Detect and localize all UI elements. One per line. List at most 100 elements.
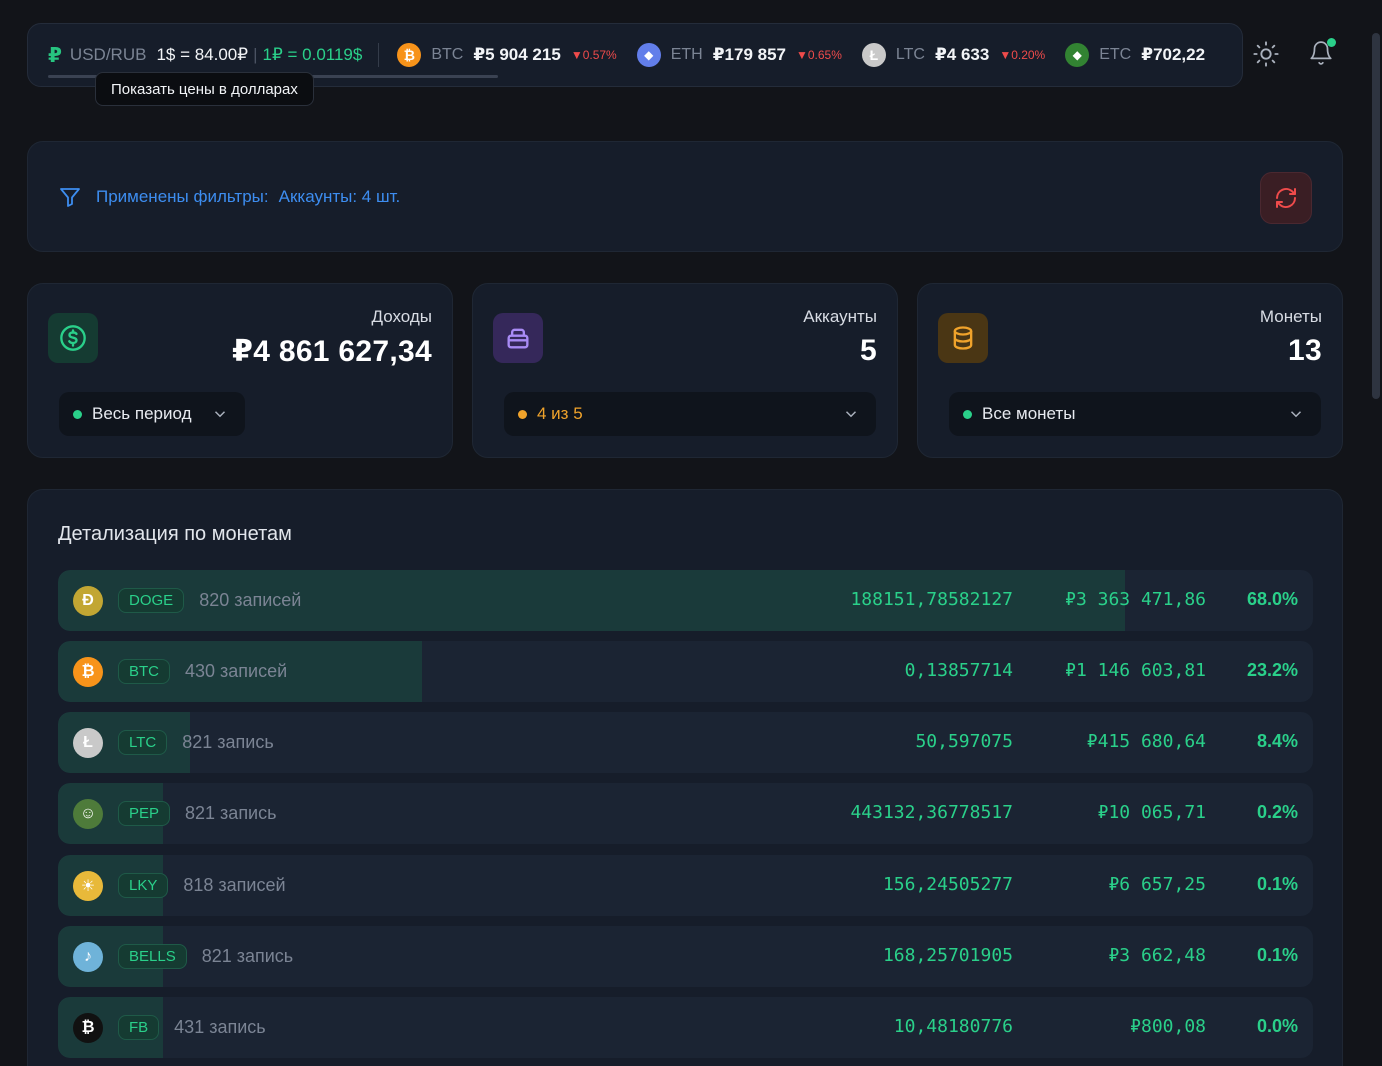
coin-rub-value: ₽1 146 603,81	[1065, 660, 1206, 681]
notification-dot	[1327, 38, 1336, 47]
currency-pair-label[interactable]: USD/RUB	[70, 45, 147, 65]
chevron-down-icon	[214, 411, 226, 418]
coin-details-title: Детализация по монетам	[58, 523, 292, 545]
income-value: ₽4 861 627,34	[232, 335, 432, 368]
coin-amount: 156,24505277	[882, 874, 1013, 895]
ticker-item-ltc[interactable]: Ł LTC ₽4 633 ▼0.20%	[861, 43, 1046, 67]
coins-stack-icon	[953, 326, 973, 350]
ruble-icon[interactable]: ₽	[48, 43, 62, 68]
coins-select[interactable]: Все монеты	[949, 392, 1321, 436]
btc-coin-icon: ₿	[397, 43, 422, 67]
accounts-card: Аккаунты 5 4 из 5	[472, 283, 898, 458]
income-label: Доходы	[371, 307, 433, 326]
notifications-button[interactable]	[1308, 38, 1338, 70]
ticker-price: ₽702,22	[1141, 45, 1206, 64]
ticker-price: ₽5 904 215	[473, 45, 561, 64]
pep-coin-icon: ☺	[73, 798, 103, 829]
coin-row-lky[interactable]: ☀ LKY 818 записей 156,24505277 ₽6 657,25 0.1%	[58, 855, 1313, 916]
doge-coin-icon: Ð	[73, 585, 103, 616]
coin-symbol-badge: LKY	[118, 873, 169, 898]
usd-rate: 1$ = 84.00₽	[156, 45, 249, 64]
filter-icon	[60, 187, 80, 207]
coin-amount: 10,48180776	[893, 1016, 1013, 1037]
coin-symbol-badge: LTC	[118, 730, 168, 755]
period-select-value: Весь период	[92, 404, 192, 423]
coin-symbol-badge: PEP	[118, 801, 171, 826]
rub-rate: 1₽ = 0.0119$	[262, 45, 363, 64]
ticker-change: ▼0.20%	[999, 48, 1046, 62]
coin-percent: 0.0%	[1256, 1016, 1298, 1036]
theme-toggle-button[interactable]	[1252, 40, 1282, 70]
coin-amount: 50,597075	[915, 731, 1013, 752]
accounts-label: Аккаунты	[803, 307, 877, 326]
ticker-item-eth[interactable]: ◆ ETH ₽179 857 ▼0.65%	[636, 43, 842, 67]
ticker-price: ₽179 857	[712, 45, 786, 64]
coin-percent: 0.1%	[1256, 945, 1298, 965]
ticker-symbol: BTC	[431, 46, 464, 63]
period-select[interactable]: Весь период	[59, 392, 245, 436]
status-dot	[73, 409, 82, 419]
records-count: 821 запись	[185, 803, 277, 823]
ticker-change: ▼0.57%	[570, 48, 617, 62]
records-count: 430 записей	[185, 661, 288, 681]
ticker-item-etc[interactable]: ◆ ETC ₽702,22	[1065, 43, 1215, 67]
records-count: 821 запись	[201, 946, 294, 966]
chevron-down-icon	[845, 411, 857, 418]
etc-coin-icon: ◆	[1065, 43, 1090, 67]
filters-value[interactable]: Аккаунты: 4 шт.	[279, 187, 401, 207]
coin-rub-value: ₽10 065,71	[1097, 802, 1206, 823]
coin-row-doge[interactable]: Ð DOGE 820 записей 188151,78582127 ₽3 363 47…	[58, 570, 1313, 631]
ticker-symbol: ETH	[670, 46, 703, 63]
sun-icon	[1253, 41, 1279, 67]
accounts-select[interactable]: 4 из 5	[504, 392, 876, 436]
dollar-icon	[60, 325, 86, 351]
coin-rub-value: ₽415 680,64	[1086, 731, 1206, 752]
accounts-icon-box	[493, 313, 543, 363]
coin-symbol-badge: BTC	[118, 659, 170, 684]
status-dot	[963, 409, 972, 419]
coin-rub-value: ₽6 657,25	[1108, 874, 1206, 895]
coins-label: Монеты	[1259, 307, 1322, 326]
tooltip: Показать цены в долларах	[95, 72, 314, 106]
coin-amount: 188151,78582127	[850, 589, 1013, 610]
ticker-item-btc[interactable]: ₿ BTC ₽5 904 215 ▼0.57%	[397, 43, 617, 67]
coin-percent: 8.4%	[1256, 731, 1298, 751]
status-dot	[518, 409, 527, 419]
ticker-change: ▼0.65%	[796, 48, 842, 62]
coin-row-fb[interactable]: ₿ FB 431 запись 10,48180776 ₽800,08 0.0%	[58, 997, 1313, 1058]
coin-amount: 168,25701905	[882, 945, 1013, 966]
page-scrollbar[interactable]	[1372, 33, 1380, 399]
coin-percent: 23.2%	[1246, 660, 1298, 680]
coin-row-btc[interactable]: ₿ BTC 430 записей 0,13857714 ₽1 146 603,81 23…	[58, 641, 1313, 702]
records-count: 431 запись	[174, 1017, 266, 1037]
ticker-symbol: LTC	[895, 46, 925, 63]
coin-details-panel: Детализация по монетам Ð DOGE 820 записей 1…	[27, 489, 1343, 1066]
divider: |	[253, 45, 258, 64]
records-count: 818 записей	[183, 875, 286, 895]
filters-label: Применены фильтры:	[96, 186, 269, 206]
coin-row-pep[interactable]: ☺ PEP 821 запись 443132,36778517 ₽10 065,71 0…	[58, 783, 1313, 844]
lky-coin-icon: ☀	[73, 870, 103, 901]
records-count: 820 записей	[199, 590, 302, 610]
coin-row-ltc[interactable]: Ł LTC 821 запись 50,597075 ₽415 680,64 8.4%	[58, 712, 1313, 773]
fb-coin-icon: ₿	[73, 1012, 103, 1043]
coin-row-bells[interactable]: ♪ BELLS 821 запись 168,25701905 ₽3 662,48 0.1…	[58, 926, 1313, 987]
coins-select-value: Все монеты	[982, 404, 1076, 423]
coin-rub-value: ₽3 363 471,86	[1065, 589, 1206, 610]
coin-symbol-badge: FB	[118, 1015, 160, 1040]
coin-amount: 0,13857714	[904, 660, 1013, 681]
records-count: 821 запись	[182, 732, 274, 752]
divider	[378, 43, 380, 67]
coin-percent: 0.1%	[1256, 874, 1298, 894]
reset-filters-button[interactable]	[1260, 172, 1312, 224]
coin-percent: 68.0%	[1246, 589, 1298, 609]
coins-icon-box	[938, 313, 988, 363]
coin-rub-value: ₽3 662,48	[1108, 945, 1206, 966]
ltc-coin-icon: Ł	[73, 727, 103, 758]
coin-percent: 0.2%	[1256, 802, 1298, 822]
btc-coin-icon: ₿	[73, 656, 103, 687]
wallet-icon	[507, 328, 529, 349]
ticker-price: ₽4 633	[934, 45, 990, 64]
income-icon-box	[48, 313, 98, 363]
coin-symbol-badge: DOGE	[118, 588, 185, 613]
